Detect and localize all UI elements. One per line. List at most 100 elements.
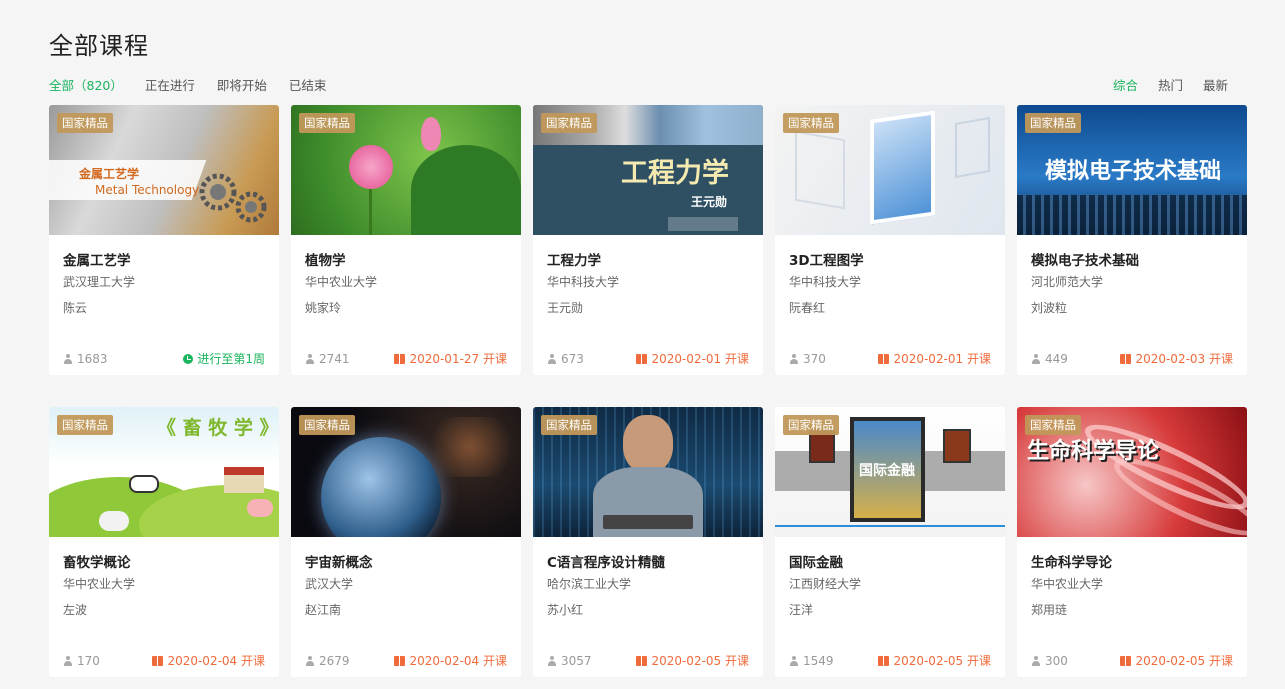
national-quality-badge: 国家精品 — [1025, 415, 1081, 435]
user-icon — [789, 353, 799, 364]
course-teacher: 苏小红 — [547, 603, 584, 617]
national-quality-badge: 国家精品 — [783, 113, 839, 133]
course-title[interactable]: 金属工艺学 — [63, 249, 265, 269]
course-cover-image[interactable]: 国家精品 — [533, 407, 763, 537]
filter-tab-ended[interactable]: 已结束 — [289, 75, 327, 94]
user-icon — [63, 353, 73, 364]
course-school: 河北师范大学 — [1031, 275, 1104, 289]
course-title[interactable]: 3D工程图学 — [789, 249, 991, 269]
sort-tab-popular[interactable]: 热门 — [1158, 75, 1183, 94]
course-card[interactable]: 《 畜 牧 学 》 国家精品 畜牧学概论 华中农业大学 左波 170 2020-… — [49, 407, 279, 677]
course-title[interactable]: C语言程序设计精髓 — [547, 551, 749, 571]
national-quality-badge: 国家精品 — [541, 415, 597, 435]
enrolled-number: 3057 — [561, 653, 592, 668]
cover-title: 国际金融 — [859, 463, 915, 479]
course-card[interactable]: 国家精品 3D工程图学 华中科技大学 阮春红 370 2020-02-01 开课 — [775, 105, 1005, 375]
cover-title: 工程力学 — [621, 158, 729, 189]
enrolled-number: 300 — [1045, 653, 1068, 668]
course-card[interactable]: 模拟电子技术基础 国家精品 模拟电子技术基础 河北师范大学 刘波粒 449 20… — [1017, 105, 1247, 375]
enrolled-count: 2679 — [305, 654, 350, 668]
course-card[interactable]: 工程力学 王元勋 国家精品 工程力学 华中科技大学 王元勋 673 2020-0… — [533, 105, 763, 375]
course-card[interactable]: 国家精品 C语言程序设计精髓 哈尔滨工业大学 苏小红 3057 2020-02-… — [533, 407, 763, 677]
course-cover-image[interactable]: 金属工艺学 Metal Technology 国家精品 — [49, 105, 279, 235]
enrolled-number: 449 — [1045, 351, 1068, 366]
course-school: 武汉大学 — [305, 577, 354, 591]
course-cover-image[interactable]: 国家精品 — [775, 105, 1005, 235]
course-status-text: 2020-02-05 开课 — [1135, 654, 1233, 668]
course-title[interactable]: 植物学 — [305, 249, 507, 269]
course-cover-image[interactable]: 《 畜 牧 学 》 国家精品 — [49, 407, 279, 537]
sort-tabs: 综合 热门 最新 — [1093, 75, 1228, 94]
course-school: 华中农业大学 — [63, 577, 136, 591]
course-status-text: 2020-02-05 开课 — [651, 654, 749, 668]
course-card[interactable]: 国家精品 植物学 华中农业大学 姚家玲 2741 2020-01-27 开课 — [291, 105, 521, 375]
course-cover-image[interactable]: 模拟电子技术基础 国家精品 — [1017, 105, 1247, 235]
course-school: 华中科技大学 — [789, 275, 862, 289]
user-icon — [1031, 353, 1041, 364]
enrolled-number: 2741 — [319, 351, 350, 366]
course-teacher: 郑用琏 — [1031, 603, 1068, 617]
enrolled-count: 170 — [63, 654, 100, 668]
enrolled-count: 3057 — [547, 654, 592, 668]
course-status: 2020-02-05 开课 — [1120, 652, 1233, 669]
course-card[interactable]: 国家精品 宇宙新概念 武汉大学 赵江南 2679 2020-02-04 开课 — [291, 407, 521, 677]
enrolled-number: 2679 — [319, 653, 350, 668]
user-icon — [63, 655, 73, 666]
course-school: 武汉理工大学 — [63, 275, 136, 289]
course-card[interactable]: 生命科学导论 国家精品 生命科学导论 华中农业大学 郑用琏 300 2020-0… — [1017, 407, 1247, 677]
course-teacher: 汪洋 — [789, 603, 814, 617]
enrolled-number: 1683 — [77, 351, 108, 366]
national-quality-badge: 国家精品 — [783, 415, 839, 435]
enrolled-number: 370 — [803, 351, 826, 366]
cover-title: 生命科学导论 — [1027, 439, 1160, 464]
cover-subtitle: Metal Technology — [95, 183, 200, 197]
course-teacher: 刘波粒 — [1031, 301, 1068, 315]
course-card[interactable]: 金属工艺学 Metal Technology 国家精品 金属工艺学 武汉理工大学… — [49, 105, 279, 375]
course-title[interactable]: 国际金融 — [789, 551, 991, 571]
course-teacher: 王元勋 — [547, 301, 584, 315]
enrolled-count: 449 — [1031, 352, 1068, 366]
user-icon — [547, 655, 557, 666]
course-title[interactable]: 模拟电子技术基础 — [1031, 249, 1233, 269]
enrolled-count: 673 — [547, 352, 584, 366]
course-status: 2020-02-05 开课 — [636, 652, 749, 669]
book-icon — [1120, 655, 1132, 666]
filter-tab-all[interactable]: 全部（820） — [49, 75, 123, 94]
course-status: 进行至第1周 — [183, 350, 265, 367]
course-title[interactable]: 生命科学导论 — [1031, 551, 1233, 571]
book-icon — [394, 655, 406, 666]
sort-tab-newest[interactable]: 最新 — [1203, 75, 1228, 94]
course-school: 江西财经大学 — [789, 577, 862, 591]
sort-tab-comprehensive[interactable]: 综合 — [1113, 75, 1138, 94]
page-title: 全部课程 — [49, 32, 149, 60]
course-cover-image[interactable]: 国家精品 — [291, 105, 521, 235]
user-icon — [789, 655, 799, 666]
status-filter-tabs: 全部（820） 正在进行 即将开始 已结束 — [49, 75, 348, 94]
filter-tab-ongoing[interactable]: 正在进行 — [145, 75, 195, 94]
course-title[interactable]: 工程力学 — [547, 249, 749, 269]
course-title[interactable]: 畜牧学概论 — [63, 551, 265, 571]
course-status: 2020-02-01 开课 — [878, 350, 991, 367]
course-status-text: 2020-02-04 开课 — [409, 654, 507, 668]
filter-tab-upcoming[interactable]: 即将开始 — [217, 75, 267, 94]
enrolled-count: 2741 — [305, 352, 350, 366]
enrolled-count: 370 — [789, 352, 826, 366]
course-grid: 金属工艺学 Metal Technology 国家精品 金属工艺学 武汉理工大学… — [49, 105, 1247, 677]
enrolled-count: 1549 — [789, 654, 834, 668]
course-school: 华中农业大学 — [305, 275, 378, 289]
course-card[interactable]: 国际金融 国家精品 国际金融 江西财经大学 汪洋 1549 2020-02-05… — [775, 407, 1005, 677]
course-status: 2020-02-03 开课 — [1120, 350, 1233, 367]
course-status-text: 2020-01-27 开课 — [409, 352, 507, 366]
course-cover-image[interactable]: 国家精品 — [291, 407, 521, 537]
book-icon — [636, 655, 648, 666]
national-quality-badge: 国家精品 — [1025, 113, 1081, 133]
course-cover-image[interactable]: 国际金融 国家精品 — [775, 407, 1005, 537]
user-icon — [305, 353, 315, 364]
enrolled-number: 170 — [77, 653, 100, 668]
course-title[interactable]: 宇宙新概念 — [305, 551, 507, 571]
book-icon — [878, 655, 890, 666]
national-quality-badge: 国家精品 — [299, 415, 355, 435]
course-cover-image[interactable]: 生命科学导论 国家精品 — [1017, 407, 1247, 537]
enrolled-count: 1683 — [63, 352, 108, 366]
course-cover-image[interactable]: 工程力学 王元勋 国家精品 — [533, 105, 763, 235]
